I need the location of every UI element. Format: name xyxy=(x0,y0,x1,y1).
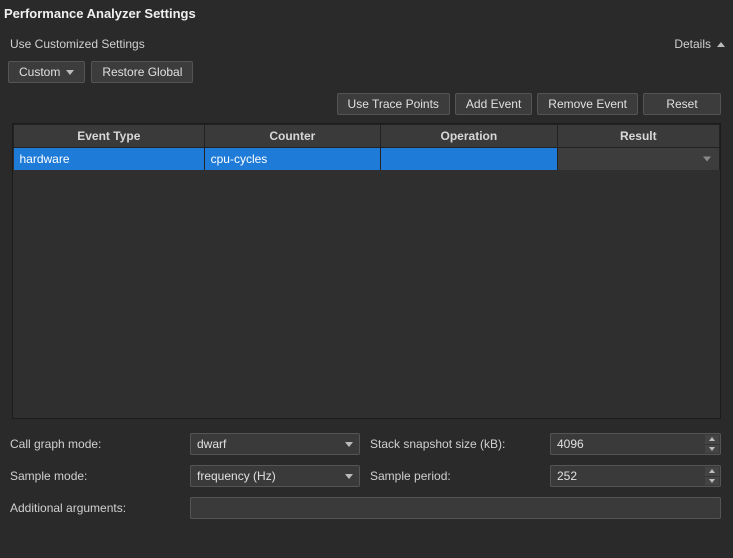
spin-down-button[interactable] xyxy=(705,476,719,486)
cell-counter[interactable]: cpu-cycles xyxy=(204,148,381,171)
spin-down-button[interactable] xyxy=(705,444,719,454)
call-graph-mode-label: Call graph mode: xyxy=(10,437,190,451)
col-event-type[interactable]: Event Type xyxy=(14,125,205,148)
details-label: Details xyxy=(674,37,711,51)
additional-args-label: Additional arguments: xyxy=(10,501,190,515)
col-result[interactable]: Result xyxy=(557,125,719,148)
chevron-up-icon xyxy=(717,42,725,47)
details-toggle[interactable]: Details xyxy=(674,37,725,51)
mode-select-label: Custom xyxy=(19,65,60,79)
chevron-up-icon xyxy=(709,469,715,473)
events-table: Event Type Counter Operation Result hard… xyxy=(12,123,721,419)
call-graph-mode-select[interactable]: dwarf xyxy=(190,433,360,455)
sample-mode-label: Sample mode: xyxy=(10,469,190,483)
table-row[interactable]: hardware cpu-cycles xyxy=(14,148,720,171)
stack-snapshot-value: 4096 xyxy=(557,437,584,451)
cell-operation[interactable] xyxy=(381,148,558,171)
restore-global-button[interactable]: Restore Global xyxy=(91,61,193,83)
spin-up-button[interactable] xyxy=(705,467,719,476)
stack-snapshot-input[interactable]: 4096 xyxy=(550,433,721,455)
chevron-down-icon xyxy=(66,70,74,75)
add-event-button[interactable]: Add Event xyxy=(455,93,532,115)
sample-period-input[interactable]: 252 xyxy=(550,465,721,487)
reset-button[interactable]: Reset xyxy=(643,93,721,115)
chevron-down-icon xyxy=(345,442,353,447)
page-title: Performance Analyzer Settings xyxy=(0,0,733,31)
use-trace-points-button[interactable]: Use Trace Points xyxy=(337,93,450,115)
remove-event-button[interactable]: Remove Event xyxy=(537,93,638,115)
sample-mode-select[interactable]: frequency (Hz) xyxy=(190,465,360,487)
col-operation[interactable]: Operation xyxy=(381,125,558,148)
chevron-down-icon xyxy=(703,157,711,162)
use-customized-label: Use Customized Settings xyxy=(10,37,145,51)
col-counter[interactable]: Counter xyxy=(204,125,381,148)
cell-result[interactable] xyxy=(557,148,719,171)
call-graph-mode-value: dwarf xyxy=(197,437,226,451)
chevron-down-icon xyxy=(345,474,353,479)
chevron-down-icon xyxy=(709,447,715,451)
spin-up-button[interactable] xyxy=(705,435,719,444)
sample-period-label: Sample period: xyxy=(360,469,550,483)
chevron-down-icon xyxy=(709,479,715,483)
cell-event-type[interactable]: hardware xyxy=(14,148,205,171)
sample-mode-value: frequency (Hz) xyxy=(197,469,276,483)
sample-period-value: 252 xyxy=(557,469,577,483)
chevron-up-icon xyxy=(709,437,715,441)
stack-snapshot-label: Stack snapshot size (kB): xyxy=(360,437,550,451)
mode-select[interactable]: Custom xyxy=(8,61,85,83)
additional-args-input[interactable] xyxy=(190,497,721,519)
